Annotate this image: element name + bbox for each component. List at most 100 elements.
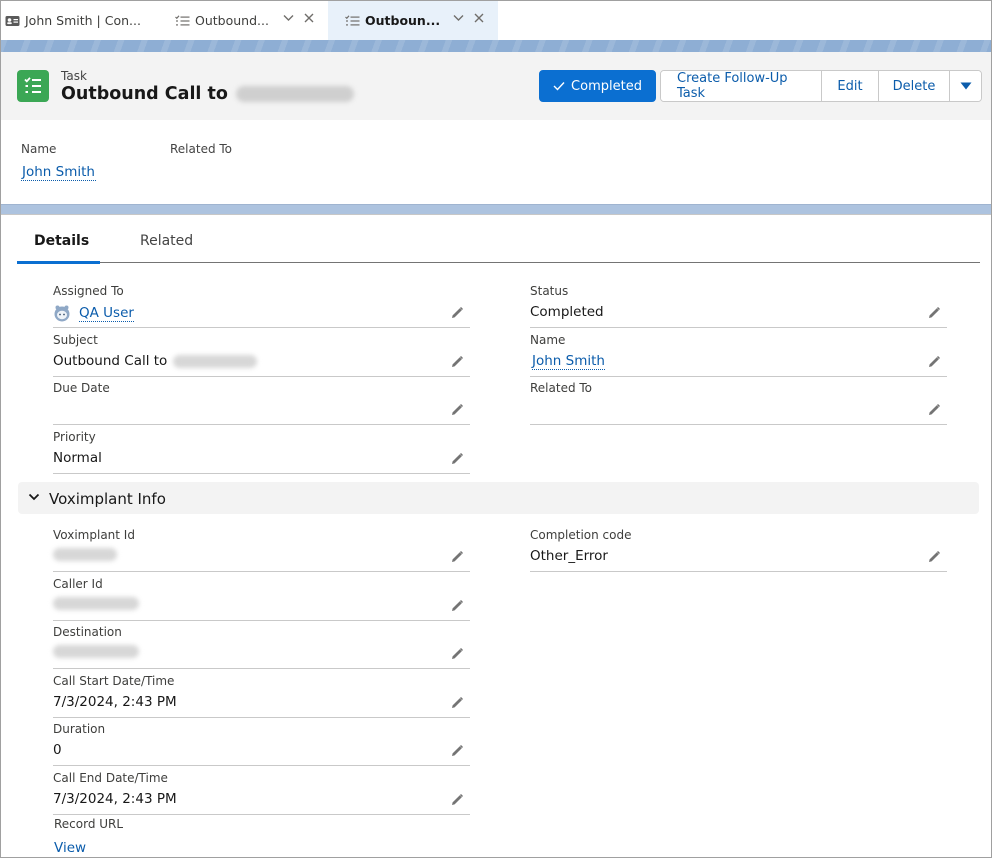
object-type-label: Task (61, 69, 87, 83)
field-voximplant-id: Voximplant Id (53, 523, 470, 572)
pencil-edit-icon[interactable] (450, 793, 464, 807)
chevron-down-icon[interactable] (283, 14, 294, 22)
field-label: Due Date (53, 381, 110, 395)
field-value (53, 548, 117, 561)
field-label: Caller Id (53, 577, 103, 591)
section-title: Voximplant Info (49, 490, 166, 508)
field-assigned-to: Assigned To QA User (53, 279, 470, 328)
field-subject: Subject Outbound Call to (53, 328, 470, 377)
record-header: Task Outbound Call to Completed Create F… (1, 52, 991, 120)
field-label: Destination (53, 625, 122, 639)
completed-label: Completed (571, 78, 642, 94)
name-link[interactable]: John Smith (532, 353, 605, 370)
field-caller-id: Caller Id (53, 572, 470, 621)
pencil-edit-icon[interactable] (450, 696, 464, 710)
more-actions-button[interactable] (950, 71, 981, 101)
field-status: Status Completed (530, 279, 947, 328)
field-value: QA User (53, 304, 134, 322)
workspace-tab-bar: John Smith | Con... Outbound... Outboun.… (1, 1, 991, 40)
field-completion-code: Completion code Other_Error (530, 523, 947, 572)
pencil-edit-icon[interactable] (927, 306, 941, 320)
app-window: John Smith | Con... Outbound... Outboun.… (0, 0, 992, 858)
redacted-value (53, 548, 117, 561)
create-follow-up-task-button[interactable]: Create Follow-Up Task (661, 71, 822, 101)
decorative-divider-band (1, 204, 991, 215)
pencil-edit-icon[interactable] (450, 452, 464, 466)
checkmark-icon (553, 82, 565, 91)
delete-button[interactable]: Delete (879, 71, 950, 101)
tab-outbound-call-active[interactable]: Outboun... (328, 1, 498, 40)
field-label: Name (530, 333, 566, 347)
field-value: 0 (53, 742, 62, 758)
redacted-value (53, 645, 139, 658)
field-value (53, 597, 139, 610)
highlight-name-label: Name (21, 142, 57, 156)
field-call-end: Call End Date/Time 7/3/2024, 2:43 PM (53, 766, 470, 815)
pencil-edit-icon[interactable] (927, 403, 941, 417)
field-priority: Priority Normal (53, 425, 470, 474)
field-value: Other_Error (530, 548, 608, 564)
field-name: Name John Smith (530, 328, 947, 377)
highlight-name-link[interactable]: John Smith (21, 164, 96, 181)
task-list-icon (175, 14, 190, 27)
field-value (53, 645, 139, 658)
decorative-banner (1, 40, 991, 52)
record-url-view-link[interactable]: View (54, 840, 123, 856)
field-value: John Smith (532, 353, 605, 370)
field-duration: Duration 0 (53, 717, 470, 766)
tab-related[interactable]: Related (140, 233, 193, 249)
close-icon[interactable] (304, 13, 314, 23)
active-tab-indicator (17, 261, 100, 264)
record-title: Outbound Call to (61, 84, 354, 104)
pencil-edit-icon[interactable] (927, 355, 941, 369)
redacted-value (53, 597, 139, 610)
action-button-group: Create Follow-Up Task Edit Delete (660, 70, 982, 102)
chevron-down-icon (28, 493, 40, 501)
tab-label: Outbound... (195, 13, 269, 28)
field-label: Subject (53, 333, 98, 347)
action-bar: Completed Create Follow-Up Task Edit Del… (539, 70, 982, 102)
field-value: Outbound Call to (53, 353, 258, 369)
edit-button[interactable]: Edit (822, 71, 879, 101)
task-icon (17, 70, 49, 102)
field-label: Completion code (530, 528, 632, 542)
field-label: Voximplant Id (53, 528, 135, 542)
pencil-edit-icon[interactable] (450, 647, 464, 661)
field-due-date: Due Date (53, 376, 470, 425)
tab-details[interactable]: Details (34, 233, 89, 249)
field-label: Call Start Date/Time (53, 674, 175, 688)
pencil-edit-icon[interactable] (450, 744, 464, 758)
field-related-to: Related To (530, 376, 947, 425)
field-destination: Destination (53, 620, 470, 669)
field-label: Assigned To (53, 284, 124, 298)
chevron-down-icon[interactable] (453, 14, 464, 22)
pencil-edit-icon[interactable] (927, 550, 941, 564)
field-value: 7/3/2024, 2:43 PM (53, 694, 177, 710)
pencil-edit-icon[interactable] (450, 306, 464, 320)
tab-label: Outboun... (365, 13, 441, 28)
tab-label: John Smith | Con... (25, 13, 141, 28)
field-record-url: Record URL View (54, 817, 123, 856)
close-icon[interactable] (474, 13, 484, 23)
tab-outbound-call-1[interactable]: Outbound... (165, 1, 328, 40)
record-title-text: Outbound Call to (61, 84, 228, 104)
redacted-phone-number (173, 354, 258, 368)
pencil-edit-icon[interactable] (450, 550, 464, 564)
field-value: Normal (53, 450, 102, 466)
section-voximplant-info[interactable]: Voximplant Info (18, 482, 979, 514)
field-label: Record URL (54, 817, 124, 831)
redacted-phone-number (235, 86, 354, 102)
field-label: Call End Date/Time (53, 771, 168, 785)
mark-completed-button[interactable]: Completed (539, 70, 656, 102)
caret-down-icon (960, 82, 971, 90)
field-value: Completed (530, 304, 604, 320)
pencil-edit-icon[interactable] (450, 403, 464, 417)
pencil-edit-icon[interactable] (450, 599, 464, 613)
pencil-edit-icon[interactable] (450, 355, 464, 369)
assigned-to-link[interactable]: QA User (79, 305, 134, 322)
highlight-related-to: Related To (170, 142, 232, 156)
user-avatar-icon (54, 305, 70, 322)
subject-value: Outbound Call to (53, 353, 168, 369)
tab-john-smith-contact[interactable]: John Smith | Con... (1, 1, 165, 40)
field-label: Related To (530, 381, 593, 395)
